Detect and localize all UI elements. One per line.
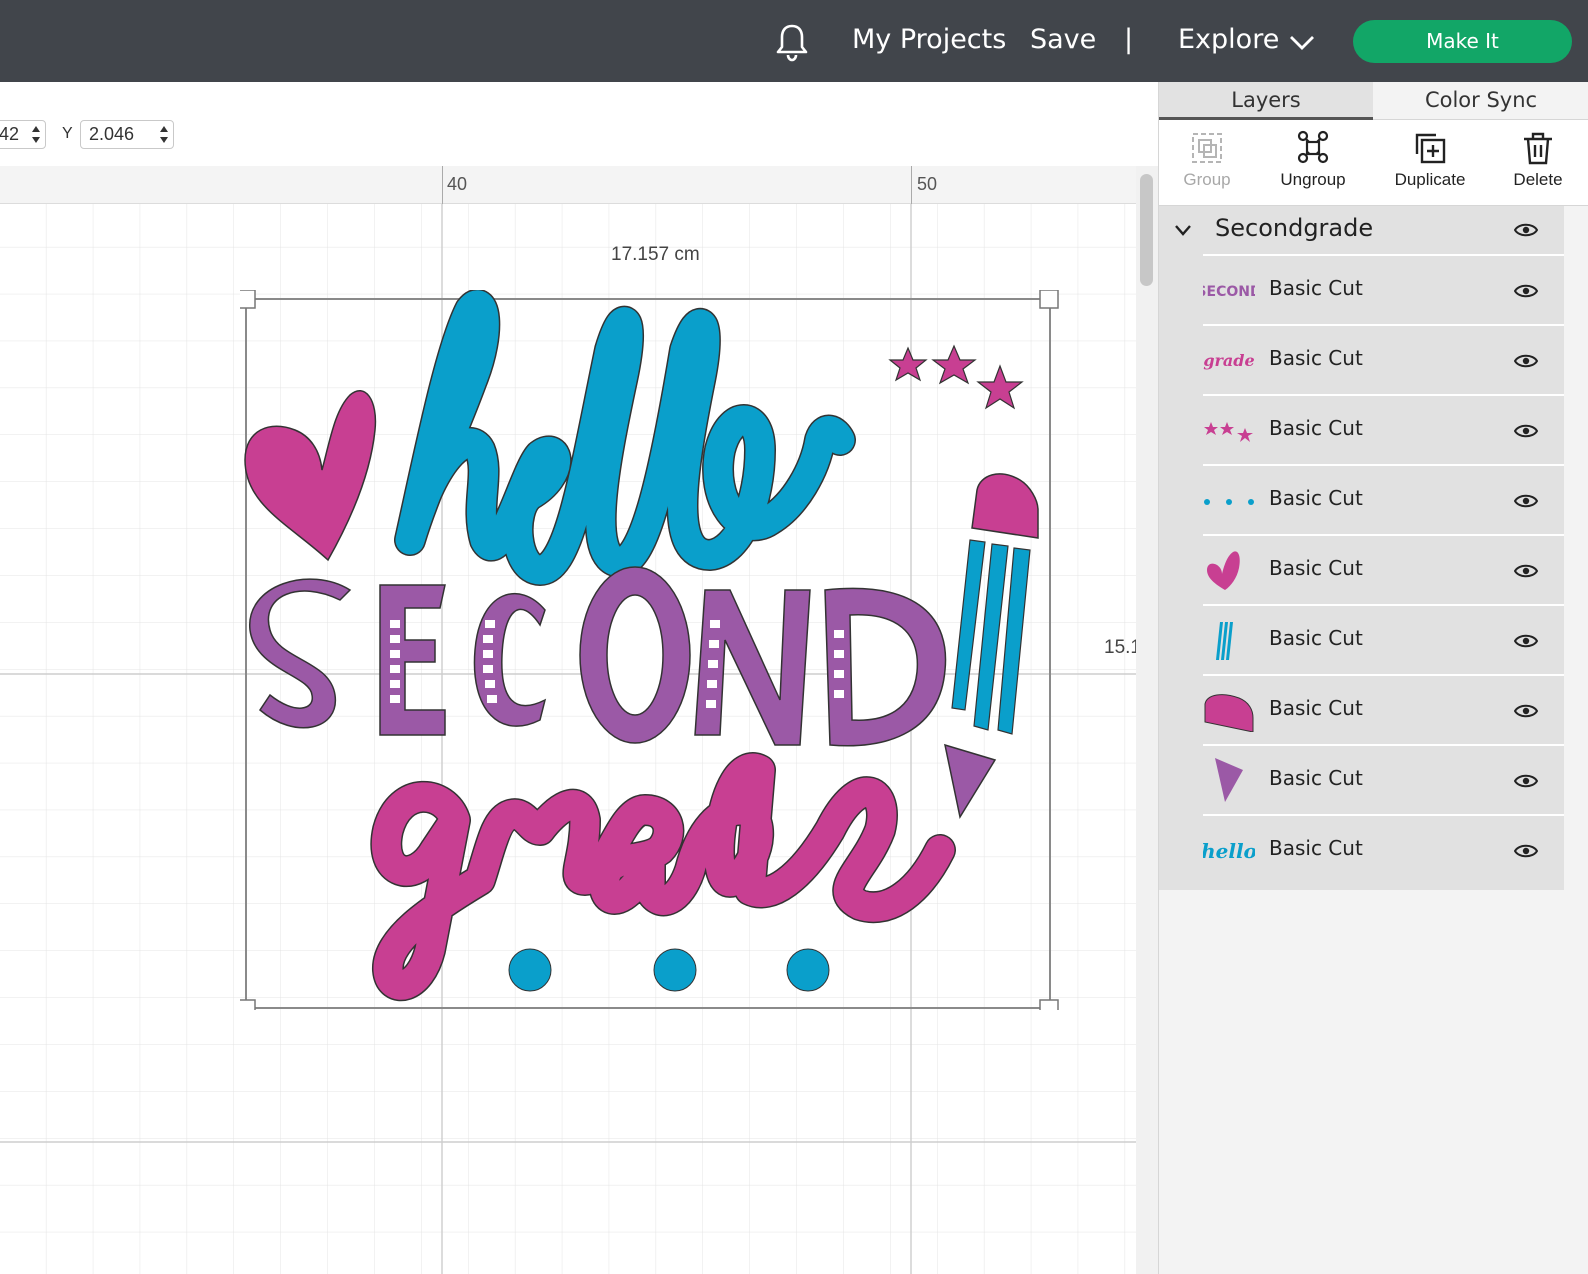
eye-icon[interactable]	[1514, 703, 1538, 719]
duplicate-label: Duplicate	[1394, 170, 1466, 189]
layer-label: Basic Cut	[1269, 346, 1363, 370]
eye-icon[interactable]	[1514, 843, 1538, 859]
pencil-eraser-thumbnail	[1204, 694, 1254, 732]
layer-label: Basic Cut	[1269, 486, 1363, 510]
svg-text:hello: hello	[1203, 839, 1255, 863]
pencil-tip-thumbnail	[1215, 758, 1243, 802]
horizontal-ruler: 40 50	[0, 166, 1136, 204]
layers-list: Secondgrade SECOND Basic Cut grade Basic…	[1159, 206, 1564, 890]
pencil-body-shape	[951, 539, 1031, 735]
hello-word	[394, 290, 856, 586]
duplicate-button[interactable]: Duplicate	[1380, 130, 1480, 190]
position-toolbar: 42 Y 2.046	[0, 82, 1158, 166]
layer-row[interactable]: Basic Cut	[1203, 394, 1564, 464]
ruler-label: 40	[447, 174, 468, 194]
make-it-button[interactable]: Make It	[1353, 20, 1572, 63]
stars-thumbnail	[1204, 422, 1253, 442]
layer-row[interactable]: SECOND Basic Cut	[1203, 254, 1564, 324]
scrollbar-thumb[interactable]	[1140, 174, 1153, 286]
dots-shape	[508, 948, 830, 992]
stars-shape	[888, 344, 1024, 410]
layer-thumbnail: SECOND	[1203, 284, 1255, 300]
layer-tools: Group Ungroup Duplicate Delete	[1159, 120, 1588, 206]
stepper-icon[interactable]	[159, 124, 169, 145]
eye-icon[interactable]	[1514, 773, 1538, 789]
pencil-eraser-shape	[971, 473, 1039, 539]
heart-thumbnail	[1207, 551, 1240, 590]
top-bar: My Projects Save | Explore Make It	[0, 0, 1588, 82]
dots-thumbnail	[1204, 499, 1254, 505]
width-dimension-label: 17.157 cm	[611, 244, 700, 265]
group-button[interactable]: Group	[1157, 130, 1257, 190]
stepper-icon[interactable]	[31, 124, 41, 145]
y-position-input[interactable]: 2.046	[80, 120, 174, 149]
layer-row[interactable]: hello Basic Cut	[1203, 814, 1564, 884]
vertical-scrollbar[interactable]	[1136, 166, 1158, 1274]
layer-row[interactable]: Basic Cut	[1203, 744, 1564, 814]
height-dimension-label: 15.1	[1104, 637, 1136, 658]
chevron-down-icon[interactable]	[1288, 30, 1316, 54]
eye-icon[interactable]	[1514, 563, 1538, 579]
design-artwork[interactable]	[240, 290, 1060, 1010]
ungroup-icon	[1297, 130, 1329, 164]
svg-text:grade: grade	[1203, 351, 1254, 370]
layers-sidebar: Layers Color Sync Group Ungroup Duplicat…	[1158, 82, 1588, 1274]
resize-handle[interactable]	[240, 999, 256, 1010]
save-button[interactable]: Save	[1030, 22, 1096, 58]
heart-shape	[244, 389, 377, 562]
y-position-value: 2.046	[89, 124, 135, 144]
bell-icon[interactable]	[774, 22, 810, 62]
delete-label: Delete	[1513, 170, 1563, 189]
x-position-input[interactable]: 42	[0, 120, 46, 149]
layer-row[interactable]: Basic Cut	[1203, 464, 1564, 534]
pencil-tip-shape	[944, 743, 997, 820]
ungroup-label: Ungroup	[1280, 170, 1346, 189]
layer-label: Basic Cut	[1269, 556, 1363, 580]
layer-label: Basic Cut	[1269, 276, 1363, 300]
x-position-value: 42	[0, 124, 20, 144]
layer-label: Basic Cut	[1269, 766, 1363, 790]
eye-icon[interactable]	[1514, 493, 1538, 509]
svg-text:SECOND: SECOND	[1203, 284, 1255, 300]
sidebar-scrollbar[interactable]	[1564, 206, 1588, 1274]
group-label: Group	[1183, 170, 1231, 189]
resize-handle[interactable]	[1039, 999, 1059, 1010]
group-name: Secondgrade	[1215, 214, 1374, 242]
eye-icon[interactable]	[1514, 222, 1538, 238]
resize-handle[interactable]	[1039, 290, 1059, 309]
trash-icon	[1524, 132, 1552, 165]
layer-row[interactable]: grade Basic Cut	[1203, 324, 1564, 394]
layer-row[interactable]: Basic Cut	[1203, 604, 1564, 674]
eye-icon[interactable]	[1514, 283, 1538, 299]
layer-label: Basic Cut	[1269, 836, 1363, 860]
eye-icon[interactable]	[1514, 353, 1538, 369]
chevron-down-icon[interactable]	[1173, 220, 1193, 240]
duplicate-icon	[1415, 133, 1446, 164]
eye-icon[interactable]	[1514, 423, 1538, 439]
layer-label: Basic Cut	[1269, 626, 1363, 650]
layer-thumbnail: hello	[1203, 839, 1255, 863]
topbar-separator: |	[1124, 24, 1134, 55]
ungroup-button[interactable]: Ungroup	[1263, 130, 1363, 190]
my-projects-link[interactable]: My Projects	[852, 22, 1006, 58]
layer-thumbnail: grade	[1203, 351, 1254, 370]
y-label: Y	[62, 125, 73, 142]
ruler-label: 50	[917, 174, 938, 194]
layer-row[interactable]: Basic Cut	[1203, 674, 1564, 744]
layer-label: Basic Cut	[1269, 416, 1363, 440]
pencil-body-thumbnail	[1216, 622, 1233, 660]
layer-row[interactable]: Basic Cut	[1203, 534, 1564, 604]
tab-color-sync[interactable]: Color Sync	[1373, 82, 1588, 120]
layer-label: Basic Cut	[1269, 696, 1363, 720]
eye-icon[interactable]	[1514, 633, 1538, 649]
tab-layers[interactable]: Layers	[1159, 82, 1373, 120]
group-icon	[1192, 133, 1222, 163]
layer-group-row[interactable]: Secondgrade	[1159, 206, 1564, 254]
resize-handle[interactable]	[240, 290, 256, 309]
explore-menu[interactable]: Explore	[1178, 22, 1279, 58]
delete-button[interactable]: Delete	[1488, 130, 1588, 190]
